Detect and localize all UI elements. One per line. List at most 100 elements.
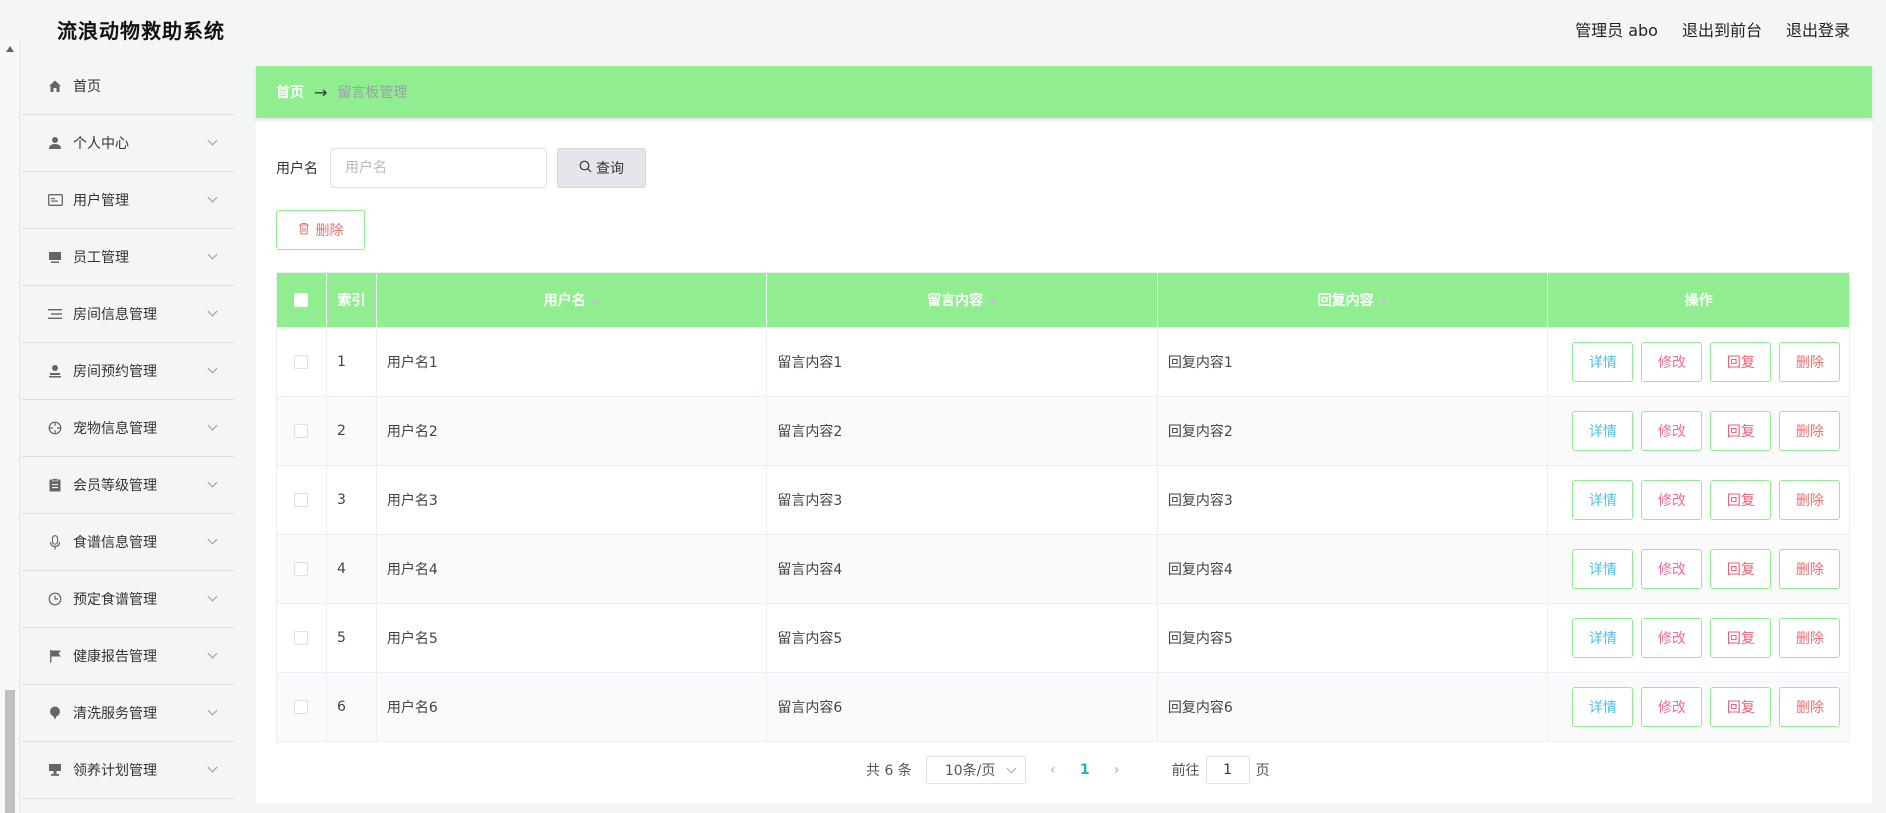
cell-message: 留言内容4: [767, 535, 1158, 603]
scroll-thumb[interactable]: [5, 690, 15, 813]
sidebar-item-label: 房间预约管理: [73, 364, 157, 380]
column-header-reply[interactable]: 回复内容: [1158, 273, 1549, 327]
username-search-input[interactable]: [330, 148, 547, 188]
sidebar-item-home[interactable]: 首页: [22, 58, 234, 115]
cell-username: 用户名1: [377, 328, 768, 396]
breadcrumb-current: 留言板管理: [337, 85, 408, 101]
search-bar: 用户名 查询: [276, 148, 646, 188]
cell-actions: 详情 修改 回复 删除: [1548, 466, 1849, 534]
row-checkbox[interactable]: [294, 562, 309, 576]
row-actions: 详情 修改 回复 删除: [1558, 618, 1841, 658]
back-to-front-link[interactable]: 退出到前台: [1682, 17, 1762, 41]
goto-page-input[interactable]: [1205, 756, 1250, 784]
chevron-down-icon: [207, 591, 218, 602]
edit-button[interactable]: 修改: [1641, 549, 1703, 589]
chevron-down-icon: [207, 192, 218, 203]
sidebar-item-recipe-info[interactable]: 食谱信息管理: [22, 514, 234, 571]
sidebar-item-room-info[interactable]: 房间信息管理: [22, 286, 234, 343]
search-button[interactable]: 查询: [557, 148, 646, 188]
detail-button[interactable]: 详情: [1572, 618, 1634, 658]
scroll-up-arrow-icon[interactable]: [6, 46, 14, 52]
app-title: 流浪动物救助系统: [57, 19, 225, 43]
column-header-actions: 操作: [1684, 293, 1713, 309]
pagination-total: 共 6 条: [866, 763, 912, 779]
column-header-label: 用户名: [543, 293, 586, 309]
cell-reply: 回复内容6: [1158, 673, 1549, 741]
edit-button[interactable]: 修改: [1641, 411, 1703, 451]
sidebar-item-label: 员工管理: [73, 250, 129, 266]
delete-button[interactable]: 删除: [1779, 480, 1841, 520]
delete-button[interactable]: 删除: [1779, 687, 1841, 727]
edit-button[interactable]: 修改: [1641, 618, 1703, 658]
cell-reply: 回复内容2: [1158, 397, 1549, 465]
sidebar-scrollbar[interactable]: [0, 40, 20, 813]
batch-delete-button[interactable]: 删除: [276, 210, 365, 250]
sidebar-item-cleaning-service[interactable]: 清洗服务管理: [22, 685, 234, 742]
row-checkbox[interactable]: [294, 355, 309, 369]
detail-button[interactable]: 详情: [1572, 411, 1634, 451]
row-checkbox[interactable]: [294, 700, 309, 714]
column-header-label: 回复内容: [1317, 293, 1374, 309]
sidebar-item-staff[interactable]: 员工管理: [22, 229, 234, 286]
row-actions: 详情 修改 回复 删除: [1558, 549, 1841, 589]
column-header-index: 索引: [327, 273, 377, 327]
logout-link[interactable]: 退出登录: [1786, 17, 1850, 41]
cell-message: 留言内容3: [767, 466, 1158, 534]
sort-icon[interactable]: [1379, 297, 1388, 303]
cell-username: 用户名2: [377, 397, 768, 465]
reply-button[interactable]: 回复: [1710, 411, 1772, 451]
search-icon: [579, 160, 592, 177]
cell-reply: 回复内容4: [1158, 535, 1549, 603]
detail-button[interactable]: 详情: [1572, 480, 1634, 520]
delete-button[interactable]: 删除: [1779, 411, 1841, 451]
page-number-current[interactable]: 1: [1080, 762, 1090, 778]
sidebar-item-pet-info[interactable]: 宠物信息管理: [22, 400, 234, 457]
row-checkbox[interactable]: [294, 631, 309, 645]
sidebar-item-health-report[interactable]: 健康报告管理: [22, 628, 234, 685]
sidebar-item-adoption-plan[interactable]: 领养计划管理: [22, 742, 234, 799]
target-icon: [47, 420, 63, 436]
detail-button[interactable]: 详情: [1572, 687, 1634, 727]
detail-button[interactable]: 详情: [1572, 549, 1634, 589]
next-page-button[interactable]: ›: [1102, 762, 1132, 778]
sidebar-item-recipe-booking[interactable]: 预定食谱管理: [22, 571, 234, 628]
reply-button[interactable]: 回复: [1710, 549, 1772, 589]
reply-button[interactable]: 回复: [1710, 342, 1772, 382]
table-row: 3 用户名3 留言内容3 回复内容3 详情 修改 回复 删除: [277, 465, 1849, 534]
reply-button[interactable]: 回复: [1710, 480, 1772, 520]
row-checkbox[interactable]: [294, 493, 309, 507]
sort-icon[interactable]: [591, 297, 600, 303]
sidebar-item-room-booking[interactable]: 房间预约管理: [22, 343, 234, 400]
select-all-cell: [277, 273, 327, 327]
cell-reply: 回复内容3: [1158, 466, 1549, 534]
sidebar-item-personal-center[interactable]: 个人中心: [22, 115, 234, 172]
delete-button[interactable]: 删除: [1779, 342, 1841, 382]
prev-page-button[interactable]: ‹: [1038, 762, 1068, 778]
table-header: 索引 用户名 留言内容 回复内容 操作: [277, 273, 1849, 327]
sort-icon[interactable]: [989, 297, 998, 303]
breadcrumb-home-link[interactable]: 首页: [276, 82, 304, 102]
cell-username: 用户名6: [377, 673, 768, 741]
reply-button[interactable]: 回复: [1710, 687, 1772, 727]
sidebar-item-label: 清洗服务管理: [73, 706, 157, 722]
trash-icon: [298, 222, 310, 239]
select-all-checkbox[interactable]: [294, 293, 309, 307]
column-header-message[interactable]: 留言内容: [767, 273, 1158, 327]
delete-button[interactable]: 删除: [1779, 549, 1841, 589]
detail-button[interactable]: 详情: [1572, 342, 1634, 382]
table-row: 2 用户名2 留言内容2 回复内容2 详情 修改 回复 删除: [277, 396, 1849, 465]
delete-button[interactable]: 删除: [1779, 618, 1841, 658]
edit-button[interactable]: 修改: [1641, 342, 1703, 382]
row-select-cell: [277, 673, 327, 741]
sidebar-item-users[interactable]: 用户管理: [22, 172, 234, 229]
edit-button[interactable]: 修改: [1641, 687, 1703, 727]
reply-button[interactable]: 回复: [1710, 618, 1772, 658]
edit-button[interactable]: 修改: [1641, 480, 1703, 520]
row-checkbox[interactable]: [294, 424, 309, 438]
chevron-down-icon: [207, 477, 218, 488]
page-size-select[interactable]: 10条/页: [925, 756, 1026, 784]
column-header-username[interactable]: 用户名: [377, 273, 768, 327]
sidebar-item-member-level[interactable]: 会员等级管理: [22, 457, 234, 514]
breadcrumb: 首页 → 留言板管理: [256, 66, 1872, 118]
clipboard-icon: [47, 477, 63, 493]
